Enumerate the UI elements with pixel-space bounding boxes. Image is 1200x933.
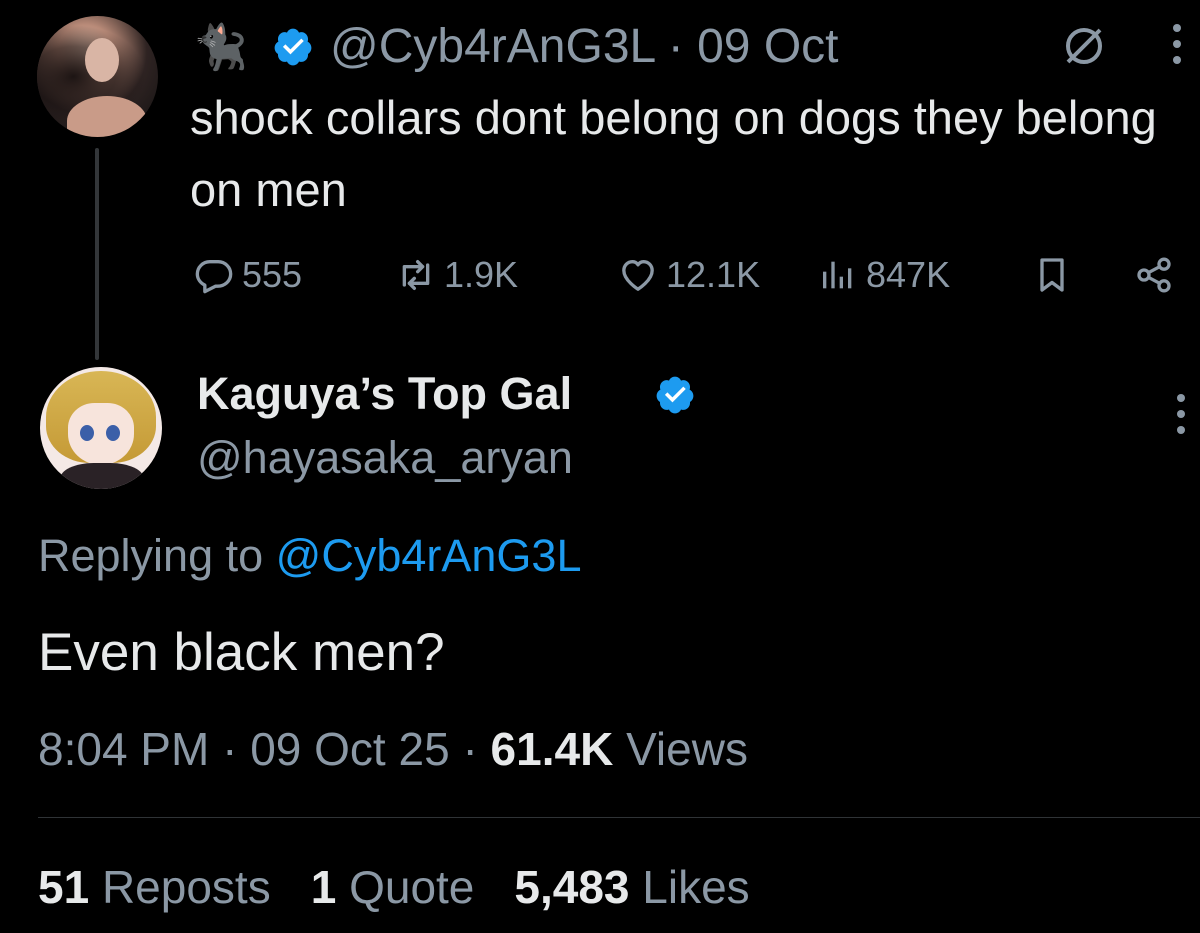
tweet-actions: 555 1.9K 12.1K 847K [190, 247, 1180, 303]
cat-emoji: 🐈‍⬛ [193, 23, 248, 72]
avatar[interactable] [37, 16, 158, 137]
replying-to: Replying to @Cyb4rAnG3L [38, 528, 581, 584]
share-button[interactable] [1134, 247, 1182, 303]
likes-count: 5,483 [514, 861, 630, 913]
avatar-face [85, 38, 119, 82]
avatar-outfit [60, 463, 144, 489]
repost-count: 1.9K [444, 254, 519, 295]
reply-text: Even black men? [38, 623, 445, 682]
share-icon [1137, 257, 1171, 293]
thread-line [95, 148, 99, 360]
quotes-stat[interactable]: 1 Quote [311, 861, 475, 913]
views-button[interactable]: 847K [818, 247, 950, 303]
like-icon [622, 260, 654, 291]
like-count: 12.1K [666, 254, 761, 295]
engagement-stats: 51 Reposts 1 Quote 5,483 Likes [38, 858, 750, 916]
replying-to-mention[interactable]: @Cyb4rAnG3L [276, 530, 582, 581]
reposts-stat[interactable]: 51 Reposts [38, 861, 271, 913]
bookmark-icon [1040, 258, 1064, 292]
views-count: 61.4K [490, 723, 614, 775]
avatar-face [68, 403, 134, 465]
bookmark-button[interactable] [1032, 247, 1080, 303]
views-count: 847K [866, 254, 951, 295]
replying-to-label: Replying to [38, 530, 264, 581]
quotes-count: 1 [310, 861, 337, 913]
reply-icon [195, 260, 233, 294]
separator-dot: · [667, 20, 684, 73]
display-name[interactable]: Kaguya’s Top Gal [197, 368, 572, 419]
tweet-header: @Cyb4rAnG3L · 09 Oct [330, 18, 839, 76]
verified-badge-icon[interactable] [654, 374, 696, 416]
tweet-date[interactable]: 09 Oct 25 [250, 723, 449, 775]
tweet-thread: 🐈‍⬛ @Cyb4rAnG3L · 09 Oct shock collars d… [0, 0, 1200, 933]
tweet-text: shock collars dont belong on dogs they b… [190, 91, 1157, 216]
tweet-time[interactable]: 8:04 PM [38, 723, 209, 775]
grok-icon[interactable] [1060, 22, 1108, 70]
reply-button[interactable]: 555 [194, 247, 302, 303]
reply-count: 555 [242, 254, 303, 295]
views-label: Views [626, 723, 748, 775]
repost-icon [402, 260, 430, 290]
tweet-meta: 8:04 PM · 09 Oct 25 · 61.4K Views [38, 720, 748, 778]
views-icon [823, 261, 852, 289]
more-icon[interactable] [1176, 394, 1186, 442]
separator-dot: · [462, 723, 478, 775]
reply-avatar[interactable] [40, 367, 162, 489]
tweet-date[interactable]: 09 Oct [697, 20, 838, 73]
likes-stat[interactable]: 5,483 Likes [514, 861, 749, 913]
more-icon[interactable] [1172, 24, 1182, 72]
reposts-label: Reposts [101, 861, 271, 913]
reply-author-handle[interactable]: @hayasaka_aryan [197, 430, 573, 486]
divider [38, 817, 1200, 818]
avatar-eye [80, 425, 94, 441]
avatar-eye [106, 425, 120, 441]
likes-label: Likes [642, 861, 750, 913]
reposts-count: 51 [38, 861, 90, 913]
author-handle[interactable]: @Cyb4rAnG3L [330, 20, 654, 73]
reply-author-name[interactable]: Kaguya’s Top Gal [197, 366, 572, 422]
repost-button[interactable]: 1.9K [396, 247, 518, 303]
quotes-label: Quote [349, 861, 475, 913]
verified-badge-icon[interactable] [272, 26, 314, 68]
like-button[interactable]: 12.1K [618, 247, 760, 303]
separator-dot: · [222, 723, 238, 775]
